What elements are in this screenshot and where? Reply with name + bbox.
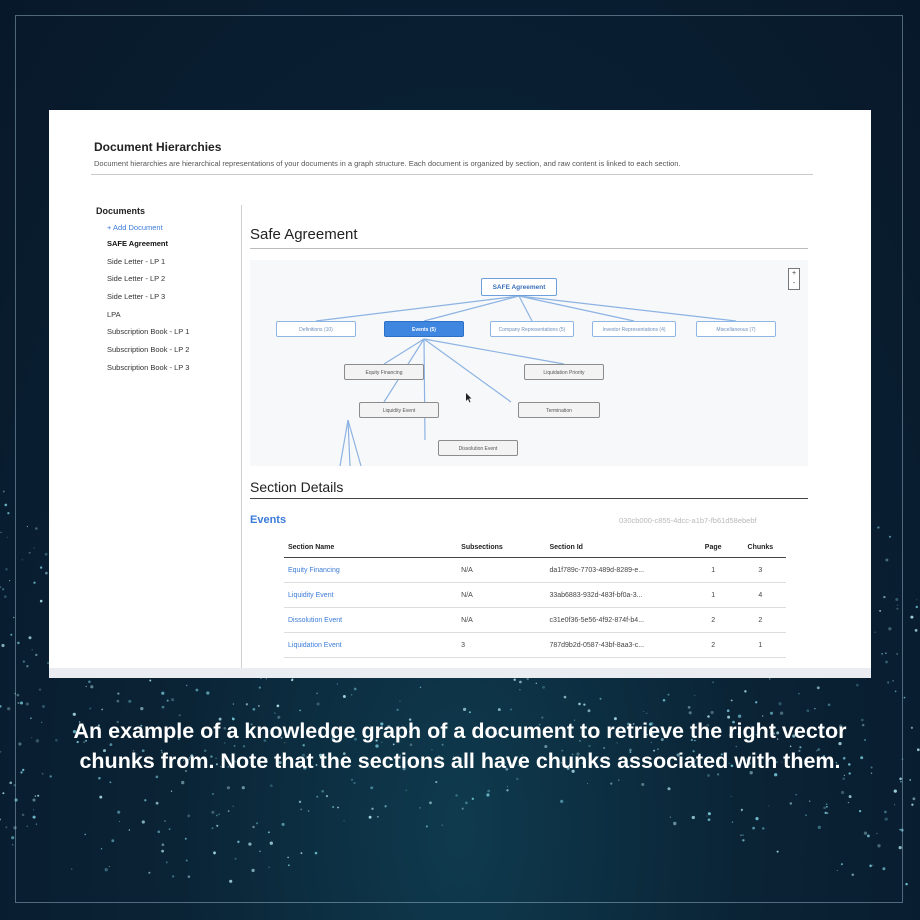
sidebar-item-subscription-book-lp1[interactable]: Subscription Book - LP 1 xyxy=(107,327,236,345)
page-title: Document Hierarchies xyxy=(94,140,222,154)
page-cell: 1 xyxy=(691,582,735,608)
add-document-link[interactable]: + Add Document xyxy=(107,223,236,232)
sidebar-item-safe-agreement[interactable]: SAFE Agreement xyxy=(107,239,236,257)
graph-node-miscellaneous[interactable]: Miscellaneous (7) xyxy=(696,321,776,337)
sidebar-item-side-letter-lp1[interactable]: Side Letter - LP 1 xyxy=(107,257,236,275)
selected-section-name: Events xyxy=(250,514,287,526)
subsections-cell: 3 xyxy=(457,632,546,658)
subsections-cell: N/A xyxy=(457,607,546,633)
section-link[interactable]: Liquidation Event xyxy=(284,632,458,658)
col-chunks: Chunks xyxy=(734,537,786,558)
graph-node-events[interactable]: Events (5) xyxy=(384,321,464,337)
sidebar-item-subscription-book-lp3[interactable]: Subscription Book - LP 3 xyxy=(107,363,236,381)
graph-node-investor-representations[interactable]: Investor Representations (4) xyxy=(592,321,676,337)
subsections-cell: N/A xyxy=(457,557,546,583)
sidebar-item-side-letter-lp3[interactable]: Side Letter - LP 3 xyxy=(107,292,236,310)
document-title: Safe Agreement xyxy=(250,226,358,243)
graph-node-dissolution-event[interactable]: Dissolution Event xyxy=(438,440,518,456)
section-id-cell: c31e0f36-5e56-4f92-874f-b4... xyxy=(545,607,692,633)
caption-text: An example of a knowledge graph of a doc… xyxy=(73,719,847,773)
page-cell: 2 xyxy=(691,607,735,633)
header-divider xyxy=(91,174,813,175)
graph-node-liquidation-priority[interactable]: Liquidation Priority xyxy=(524,364,604,380)
section-id-cell: 787d9b2d-0587-43bf-8aa3-c... xyxy=(545,632,692,658)
selected-section-id: 030cb000-c855-4dcc-a1b7-fb61d58ebebf xyxy=(619,516,757,525)
chunks-cell: 1 xyxy=(734,632,786,658)
page-description: Document hierarchies are hierarchical re… xyxy=(94,159,681,168)
section-id-cell: da1f789c-7703-489d-8289-e... xyxy=(545,557,692,583)
chunks-cell: 2 xyxy=(734,607,786,633)
document-graph[interactable]: + - SAFE Agreement Definitions (10) Even… xyxy=(250,260,808,466)
col-section-name: Section Name xyxy=(284,537,458,558)
table-row: Liquidation Event 3 787d9b2d-0587-43bf-8… xyxy=(284,632,786,658)
col-subsections: Subsections xyxy=(457,537,546,558)
sidebar-item-subscription-book-lp2[interactable]: Subscription Book - LP 2 xyxy=(107,345,236,363)
chunks-cell: 3 xyxy=(734,557,786,583)
mouse-cursor-icon xyxy=(466,393,472,403)
sidebar-divider xyxy=(241,205,242,675)
table-header-row: Section Name Subsections Section Id Page… xyxy=(284,537,786,558)
section-id-cell: 33ab6883-932d-483f-bf0a-3... xyxy=(545,582,692,608)
graph-node-liquidity-event[interactable]: Liquidity Event xyxy=(359,402,439,418)
document-title-divider xyxy=(250,248,808,249)
section-details-divider xyxy=(250,498,808,499)
sidebar-item-side-letter-lp2[interactable]: Side Letter - LP 2 xyxy=(107,274,236,292)
chunks-cell: 4 xyxy=(734,582,786,608)
graph-node-company-representations[interactable]: Company Representations (5) xyxy=(490,321,574,337)
sidebar-item-lpa[interactable]: LPA xyxy=(107,310,236,328)
page-cell: 1 xyxy=(691,557,735,583)
col-section-id: Section Id xyxy=(545,537,692,558)
graph-node-definitions[interactable]: Definitions (10) xyxy=(276,321,356,337)
section-table: Section Name Subsections Section Id Page… xyxy=(284,537,786,658)
graph-node-equity-financing[interactable]: Equity Financing xyxy=(344,364,424,380)
section-link[interactable]: Dissolution Event xyxy=(284,607,458,633)
zoom-out-button[interactable]: - xyxy=(789,279,799,289)
section-details-title: Section Details xyxy=(250,479,344,495)
col-page: Page xyxy=(691,537,735,558)
table-row: Dissolution Event N/A c31e0f36-5e56-4f92… xyxy=(284,607,786,633)
documents-heading: Documents xyxy=(96,206,146,216)
table-row: Liquidity Event N/A 33ab6883-932d-483f-b… xyxy=(284,582,786,608)
graph-zoom-control[interactable]: + - xyxy=(788,268,800,290)
graph-node-termination[interactable]: Termination xyxy=(518,402,600,418)
page-cell: 2 xyxy=(691,632,735,658)
graph-node-root[interactable]: SAFE Agreement xyxy=(481,278,557,296)
table-row: Equity Financing N/A da1f789c-7703-489d-… xyxy=(284,557,786,583)
documents-sidebar: Documents + Add Document SAFE Agreement … xyxy=(96,206,236,381)
section-link[interactable]: Liquidity Event xyxy=(284,582,458,608)
subsections-cell: N/A xyxy=(457,582,546,608)
section-link[interactable]: Equity Financing xyxy=(284,557,458,583)
zoom-in-button[interactable]: + xyxy=(789,269,799,279)
screenshot-footer-bar xyxy=(49,668,871,678)
screenshot-panel: Document Hierarchies Document hierarchie… xyxy=(49,110,871,678)
